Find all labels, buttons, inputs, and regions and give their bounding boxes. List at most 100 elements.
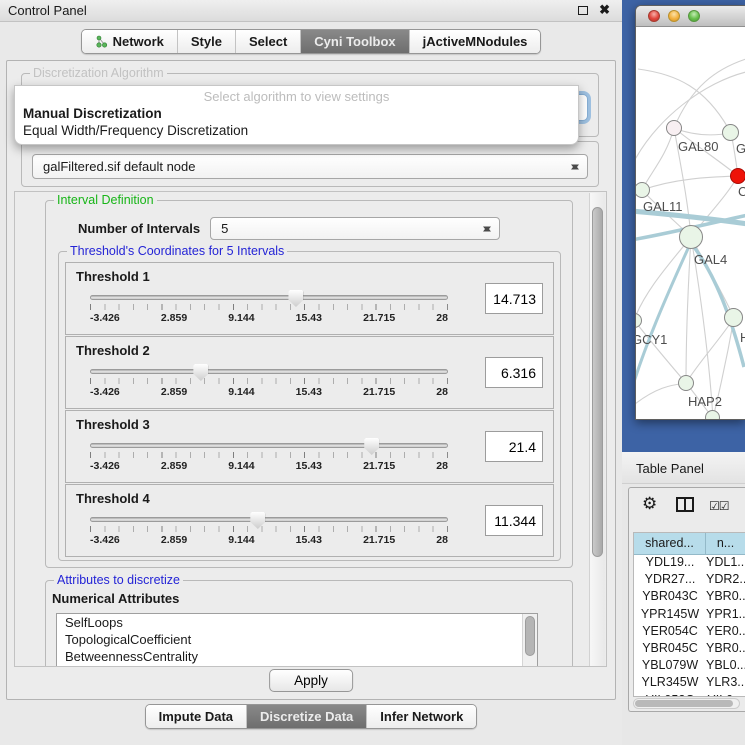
table-row[interactable]: YIL052C YIL0... <box>634 693 745 698</box>
slider-tick-labels: -3.426 2.859 9.144 15.43 21.715 28 <box>90 312 448 324</box>
table-cell[interactable]: YER054C <box>634 624 706 641</box>
tab-impute-data[interactable]: Impute Data <box>146 705 246 728</box>
tab-select[interactable]: Select <box>235 30 300 53</box>
network-window-titlebar <box>636 6 745 27</box>
table-cell[interactable]: YDL19... <box>634 555 706 572</box>
threshold-1-panel: Threshold 1 -3.426 2.859 9.144 15.43 <box>65 262 554 335</box>
table-row[interactable]: YPR145W YPR1... <box>634 607 745 624</box>
threshold-2-slider[interactable]: -3.426 2.859 9.144 15.43 21.715 28 <box>90 369 448 398</box>
table-cell[interactable]: YPR1... <box>706 607 745 624</box>
node-label-gcy1: GCY1 <box>636 332 667 347</box>
network-node-gal80[interactable] <box>666 120 682 136</box>
table-cell[interactable]: YBL0... <box>706 658 745 675</box>
tab-network-label: Network <box>113 34 164 49</box>
table-row[interactable]: YBR043C YBR0... <box>634 589 745 606</box>
tab-jactivemnodules[interactable]: jActiveMNodules <box>409 30 541 53</box>
table-row[interactable]: YBL079W YBL0... <box>634 658 745 675</box>
tab-infer-network[interactable]: Infer Network <box>366 705 476 728</box>
threshold-3-panel: Threshold 3 -3.426 2.859 9.144 15.43 <box>65 410 554 483</box>
apply-button[interactable]: Apply <box>269 669 353 692</box>
zoom-traffic-light-icon[interactable] <box>688 10 700 22</box>
table-cell[interactable]: YBR0... <box>706 589 745 606</box>
control-panel-window: Control Panel ✖ Network Style Select <box>0 0 622 745</box>
network-node-clipped-right[interactable] <box>722 124 739 141</box>
table-cell[interactable]: YBR045C <box>634 641 706 658</box>
table-cell[interactable]: YPR145W <box>634 607 706 624</box>
tab-cyni-toolbox-label: Cyni Toolbox <box>314 34 395 49</box>
slider-track[interactable] <box>90 443 448 448</box>
network-node-hap2[interactable] <box>678 375 694 391</box>
table-horizontal-scrollbar[interactable] <box>633 698 740 709</box>
table-row[interactable]: YDL19... YDL1... <box>634 555 745 572</box>
combobox-stepper-icon <box>571 160 579 173</box>
network-canvas[interactable]: GAL80 GA C GAL11 GAL4 GCY1 H HAP2 <box>636 27 745 419</box>
table-cell[interactable]: YDR27... <box>634 572 706 589</box>
table-row[interactable]: YBR045C YBR0... <box>634 641 745 658</box>
table-row[interactable]: YER054C YER0... <box>634 624 745 641</box>
table-row[interactable]: YDR27... YDR2... <box>634 572 745 589</box>
number-of-intervals-label: Number of Intervals <box>78 221 200 236</box>
tick-label: 21.715 <box>363 312 395 324</box>
tick-label: 15.43 <box>296 534 322 546</box>
threshold-1-slider[interactable]: -3.426 2.859 9.144 15.43 21.715 28 <box>90 295 448 324</box>
right-column: GAL80 GA C GAL11 GAL4 GCY1 H HAP2 Table … <box>622 0 745 745</box>
list-scrollbar-thumb[interactable] <box>525 616 535 656</box>
table-data-combobox[interactable]: galFiltered.sif default node <box>32 154 588 179</box>
network-node-bottom[interactable] <box>705 410 720 419</box>
list-scrollbar[interactable] <box>522 614 537 667</box>
list-item[interactable]: BetweennessCentrality <box>57 648 537 665</box>
slider-track[interactable] <box>90 295 448 300</box>
algorithm-dropdown-popup: Select algorithm to view settings Manual… <box>14 85 579 145</box>
network-node-h-clipped[interactable] <box>724 308 743 327</box>
threshold-3-slider[interactable]: -3.426 2.859 9.144 15.43 21.715 28 <box>90 443 448 472</box>
table-row[interactable]: YLR345W YLR3... <box>634 675 745 692</box>
select-columns-icon[interactable]: ☑☑ <box>709 499 729 513</box>
list-item[interactable]: TopologicalCoefficient <box>57 631 537 648</box>
gear-icon[interactable]: ⚙ <box>642 494 657 514</box>
algorithm-option-manual[interactable]: Manual Discretization <box>15 105 578 122</box>
settings-scrollbar-thumb[interactable] <box>592 207 603 557</box>
threshold-4-value-field[interactable] <box>485 505 543 536</box>
slider-track[interactable] <box>90 517 448 522</box>
number-of-intervals-combobox[interactable]: 5 <box>210 217 500 240</box>
tab-impute-data-label: Impute Data <box>159 709 233 724</box>
column-header-name[interactable]: n... <box>706 533 745 555</box>
threshold-4-slider[interactable]: -3.426 2.859 9.144 15.43 21.715 28 <box>90 517 448 546</box>
threshold-1-value-field[interactable] <box>485 283 543 314</box>
tab-cyni-toolbox[interactable]: Cyni Toolbox <box>300 30 408 53</box>
table-cell[interactable]: YBL079W <box>634 658 706 675</box>
table-cell[interactable]: YDR2... <box>706 572 745 589</box>
settings-scrollbar[interactable] <box>589 193 605 667</box>
tick-label: 28 <box>436 386 448 398</box>
numerical-attributes-list: SelfLoops TopologicalCoefficient Between… <box>56 613 538 667</box>
network-node-gal4[interactable] <box>679 225 703 249</box>
table-cell[interactable]: YBR043C <box>634 589 706 606</box>
table-cell[interactable]: YDL1... <box>706 555 745 572</box>
split-columns-icon[interactable] <box>676 497 694 512</box>
table-cell[interactable]: YIL0... <box>706 693 745 698</box>
slider-tick-labels: -3.426 2.859 9.144 15.43 21.715 28 <box>90 386 448 398</box>
list-item[interactable]: SelfLoops <box>57 614 537 631</box>
threshold-2-value-field[interactable] <box>485 357 543 388</box>
tab-network[interactable]: Network <box>82 30 177 53</box>
table-cell[interactable]: YLR345W <box>634 675 706 692</box>
slider-track[interactable] <box>90 369 448 374</box>
slider-tick-labels: -3.426 2.859 9.144 15.43 21.715 28 <box>90 534 448 546</box>
table-cell[interactable]: YBR0... <box>706 641 745 658</box>
close-traffic-light-icon[interactable] <box>648 10 660 22</box>
table-cell[interactable]: YLR3... <box>706 675 745 692</box>
settings-scroll-area: Interval Definition Number of Intervals … <box>14 191 607 667</box>
table-panel-body: ⚙ ☑☑ shared... n... YDL19... YDL1... YDR… <box>628 487 745 712</box>
tab-discretize-data[interactable]: Discretize Data <box>246 705 366 728</box>
algorithm-option-equal-width[interactable]: Equal Width/Frequency Discretization <box>15 122 578 139</box>
threshold-3-value-field[interactable] <box>485 431 543 462</box>
network-node-selected-red[interactable] <box>730 168 745 184</box>
column-header-shared[interactable]: shared... <box>634 533 706 555</box>
table-horizontal-scrollbar-thumb[interactable] <box>635 700 733 707</box>
minimize-traffic-light-icon[interactable] <box>668 10 680 22</box>
tab-style[interactable]: Style <box>177 30 235 53</box>
table-cell[interactable]: YER0... <box>706 624 745 641</box>
float-window-icon[interactable] <box>578 6 588 15</box>
table-cell[interactable]: YIL052C <box>634 693 706 698</box>
close-icon[interactable]: ✖ <box>599 2 610 18</box>
